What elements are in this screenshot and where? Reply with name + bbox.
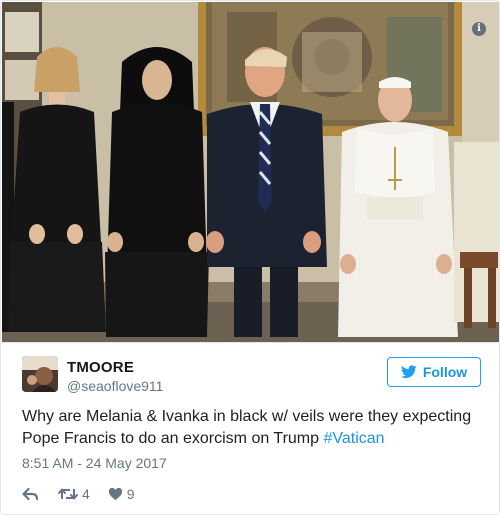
retweet-icon xyxy=(58,488,78,500)
tweet-photo[interactable]: i xyxy=(2,2,499,342)
reply-icon xyxy=(22,487,38,501)
retweet-button[interactable]: 4 xyxy=(58,486,90,502)
display-name[interactable]: TMOORE xyxy=(67,359,134,376)
embedded-tweet-card: i TMOORE @seaoflove911 Follow Why are Me… xyxy=(0,0,500,515)
avatar-image xyxy=(22,356,58,392)
avatar[interactable] xyxy=(22,356,58,392)
twitter-bird-icon xyxy=(400,365,417,378)
like-button[interactable]: 9 xyxy=(108,486,135,502)
heart-icon xyxy=(108,487,122,500)
info-icon[interactable]: i xyxy=(472,22,486,36)
follow-button[interactable]: Follow xyxy=(387,357,481,387)
reply-button[interactable] xyxy=(22,487,38,501)
tweet-body: TMOORE @seaoflove911 Follow Why are Mela… xyxy=(2,342,499,514)
user-handle[interactable]: @seaoflove911 xyxy=(67,378,163,394)
retweet-count: 4 xyxy=(82,486,90,502)
tweet-actions: 4 9 xyxy=(22,485,135,503)
follow-label: Follow xyxy=(422,364,468,380)
tweet-timestamp[interactable]: 8:51 AM - 24 May 2017 xyxy=(22,455,167,471)
tweet-text-main: Why are Melania & Ivanka in black w/ vei… xyxy=(22,408,472,447)
tweet-photo-illustration xyxy=(2,2,499,342)
like-count: 9 xyxy=(126,486,135,502)
hashtag-link[interactable]: #Vatican xyxy=(323,430,384,447)
tweet-text: Why are Melania & Ivanka in black w/ vei… xyxy=(22,406,482,450)
